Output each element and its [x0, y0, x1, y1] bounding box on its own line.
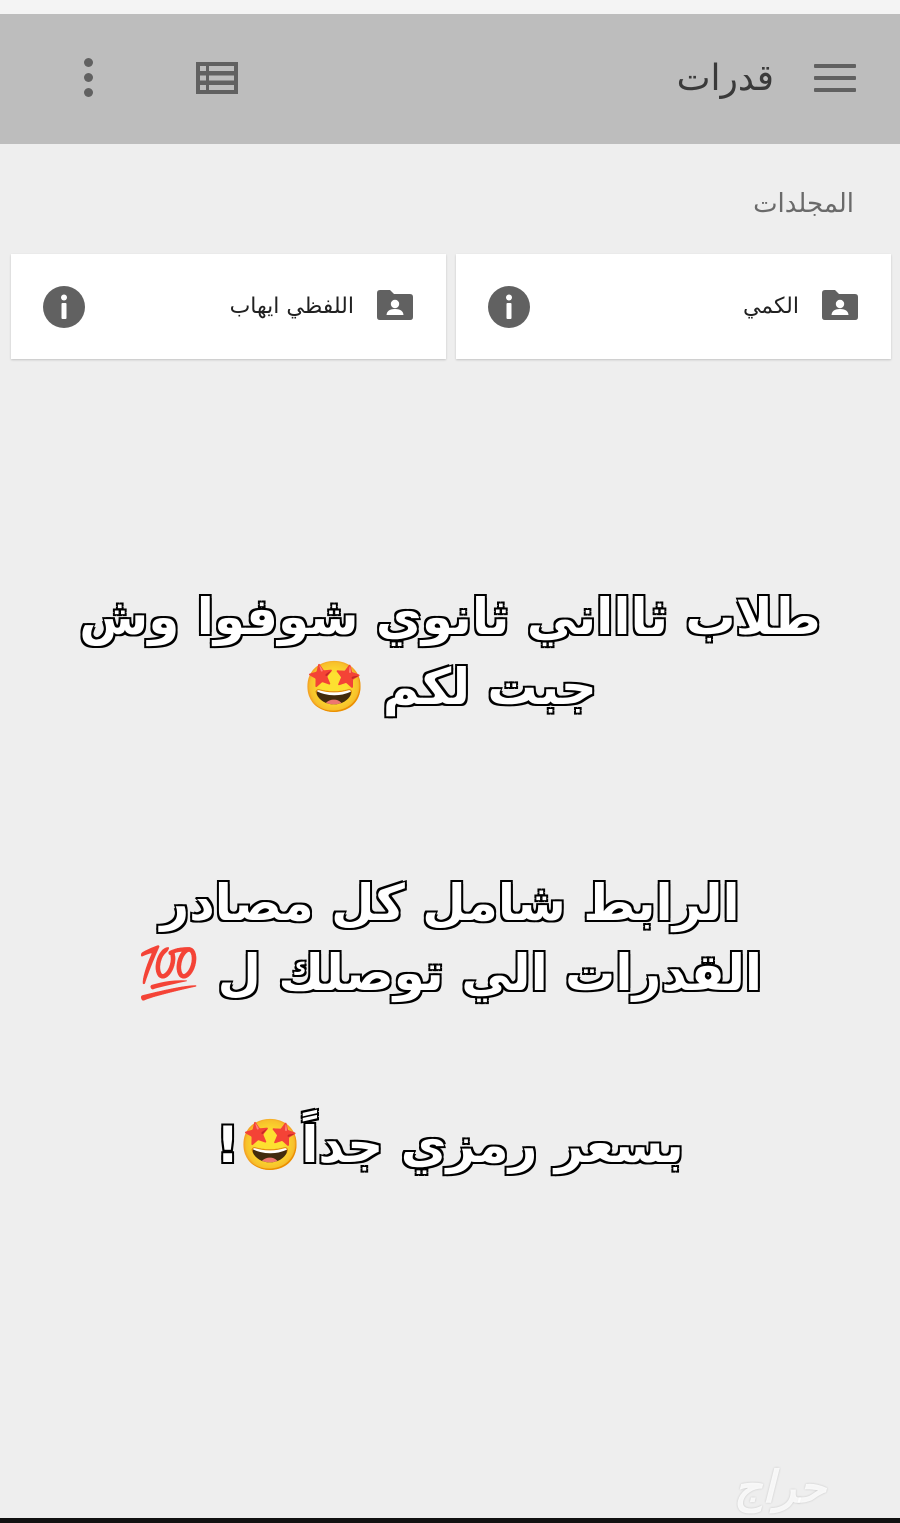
exclamation-mark: ! — [215, 1115, 240, 1175]
folder-name: الكمي — [742, 294, 799, 319]
promo-line-1-text: طلاب ثاااني ثانوي شوفوا وش جبت لكم — [78, 587, 821, 717]
info-icon[interactable] — [487, 285, 531, 329]
status-bar — [0, 0, 900, 14]
shared-folder-icon — [820, 289, 860, 321]
bottom-edge — [0, 1518, 900, 1523]
star-struck-emoji-icon: 🤩 — [239, 1116, 302, 1174]
more-vert-icon[interactable] — [76, 56, 102, 100]
folder-card-verbal[interactable]: اللفظي ايهاب — [11, 254, 446, 359]
promo-text-line-3: بسعر رمزي جداً🤩! — [60, 1110, 840, 1180]
folder-name: اللفظي ايهاب — [229, 294, 354, 319]
app-bar: قدرات — [0, 14, 900, 144]
promo-line-2-text: الرابط شامل كل مصادر القدرات الي توصلك ل — [159, 873, 763, 1003]
info-icon[interactable] — [42, 285, 86, 329]
list-view-icon[interactable] — [194, 60, 240, 96]
page-title: قدرات — [676, 58, 774, 99]
promo-line-3-text: بسعر رمزي جداً — [300, 1115, 685, 1175]
watermark-logo: حراج — [733, 1462, 827, 1513]
folders-section-label: المجلدات — [753, 189, 854, 219]
promo-text-line-2: الرابط شامل كل مصادر القدرات الي توصلك ل… — [60, 868, 840, 1008]
hundred-points-emoji-icon: 💯 — [137, 944, 201, 1002]
shared-folder-icon — [375, 289, 415, 321]
folder-card-quantitative[interactable]: الكمي — [456, 254, 891, 359]
promo-text-line-1: طلاب ثاااني ثانوي شوفوا وش جبت لكم 🤩 — [60, 582, 840, 722]
hamburger-menu-icon[interactable] — [814, 62, 858, 96]
star-struck-emoji-icon: 🤩 — [303, 658, 366, 716]
